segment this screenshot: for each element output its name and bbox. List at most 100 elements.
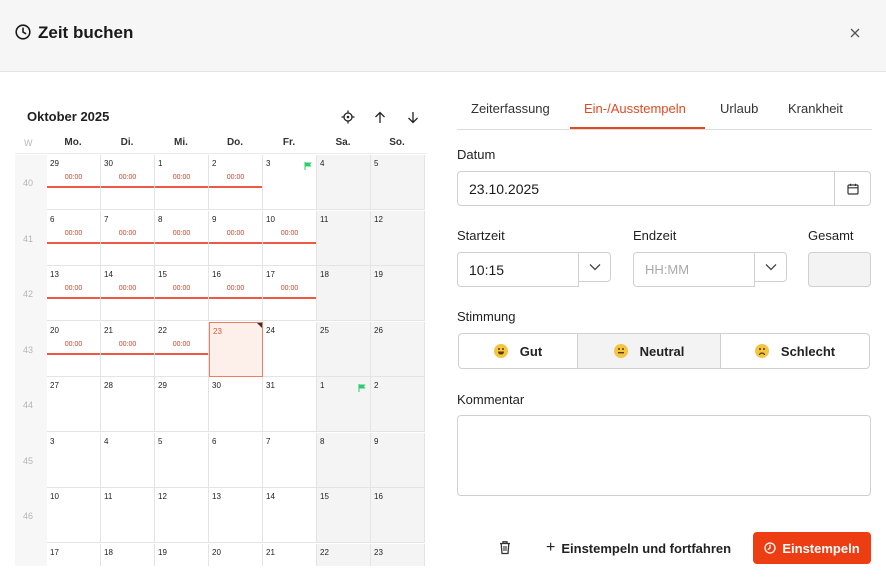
- calendar-day[interactable]: 21 00:00: [101, 322, 155, 377]
- start-time-dropdown[interactable]: [578, 252, 611, 282]
- calendar-day[interactable]: 27: [47, 377, 101, 432]
- time-entry-bar: [47, 186, 100, 188]
- calendar-day[interactable]: 12: [155, 488, 209, 543]
- comment-textarea[interactable]: [457, 415, 871, 496]
- mood-option-neutral[interactable]: Neutral: [578, 334, 721, 368]
- calendar-day[interactable]: 12: [371, 211, 425, 266]
- calendar-day[interactable]: 20: [209, 544, 263, 566]
- time-entry: 00:00: [280, 285, 299, 292]
- day-number: 5: [374, 159, 379, 168]
- calendar-day[interactable]: 14 00:00: [101, 266, 155, 321]
- calendar-day[interactable]: 13: [209, 488, 263, 543]
- calendar-day[interactable]: 11: [317, 211, 371, 266]
- calendar-day[interactable]: 19: [155, 544, 209, 566]
- day-number: 23: [374, 548, 383, 557]
- calendar-day[interactable]: 28: [101, 377, 155, 432]
- time-entry: 00:00: [118, 174, 137, 181]
- calendar-day[interactable]: 4: [317, 155, 371, 210]
- calendar-day[interactable]: 3: [263, 155, 317, 210]
- time-entry-bar: [209, 242, 262, 244]
- calendar-day[interactable]: 16 00:00: [209, 266, 263, 321]
- end-time-field[interactable]: HH:MM: [633, 252, 755, 287]
- tab-krankheit[interactable]: Krankheit: [788, 101, 843, 116]
- time-entry: 00:00: [118, 230, 137, 237]
- calendar-day[interactable]: 29: [155, 377, 209, 432]
- calendar-day[interactable]: 9: [371, 433, 425, 488]
- weekday-label: Di.: [120, 137, 134, 148]
- calendar-day[interactable]: 2: [371, 377, 425, 432]
- calendar-day[interactable]: 6: [209, 433, 263, 488]
- calendar-day[interactable]: 19: [371, 266, 425, 321]
- calendar-day[interactable]: 18: [317, 266, 371, 321]
- calendar-day[interactable]: 16: [371, 488, 425, 543]
- day-number: 2: [212, 159, 217, 168]
- calendar-day[interactable]: 1: [317, 377, 371, 432]
- clock-in-button[interactable]: Einstempeln: [753, 532, 871, 564]
- calendar-day[interactable]: 21: [263, 544, 317, 566]
- calendar-day[interactable]: 13 00:00: [47, 266, 101, 321]
- mood-option-label: Neutral: [639, 343, 685, 359]
- today-button[interactable]: [339, 108, 357, 126]
- calendar-day[interactable]: 10 00:00: [263, 211, 317, 266]
- date-picker-button[interactable]: [834, 171, 871, 206]
- delete-button[interactable]: [498, 540, 512, 555]
- date-field[interactable]: 23.10.2025: [457, 171, 835, 206]
- calendar-day[interactable]: 1 00:00: [155, 155, 209, 210]
- close-button[interactable]: [846, 24, 864, 42]
- calendar-day[interactable]: 17 00:00: [263, 266, 317, 321]
- calendar-day[interactable]: 9 00:00: [209, 211, 263, 266]
- calendar-day[interactable]: 25: [317, 322, 371, 377]
- calendar-day[interactable]: 10: [47, 488, 101, 543]
- mood-option-schlecht[interactable]: Schlecht: [721, 334, 869, 368]
- day-number: 18: [320, 270, 329, 279]
- calendar-day-today[interactable]: 23: [209, 322, 263, 377]
- calendar-day[interactable]: 22 00:00: [155, 322, 209, 377]
- mood-option-gut[interactable]: Gut: [459, 334, 578, 368]
- calendar-day[interactable]: 26: [371, 322, 425, 377]
- time-entry: 00:00: [64, 341, 83, 348]
- weekday-header: W Mo. Di. Mi. Do. Fr. Sa. So.: [15, 134, 426, 154]
- start-time-field[interactable]: 10:15: [457, 252, 579, 287]
- calendar-day[interactable]: 31: [263, 377, 317, 432]
- calendar-day[interactable]: 29 00:00: [47, 155, 101, 210]
- day-number: 19: [158, 548, 167, 557]
- neutral-face-icon: [613, 344, 628, 358]
- next-month-button[interactable]: [404, 108, 422, 126]
- mood-option-label: Gut: [519, 343, 543, 359]
- calendar-day[interactable]: 7: [263, 433, 317, 488]
- day-number: 29: [158, 381, 167, 390]
- time-entry: 00:00: [64, 230, 83, 237]
- calendar-day[interactable]: 5: [371, 155, 425, 210]
- day-number: 8: [158, 215, 163, 224]
- end-time-dropdown[interactable]: [754, 252, 787, 282]
- calendar-day[interactable]: 15: [317, 488, 371, 543]
- tab-zeiterfassung[interactable]: Zeiterfassung: [471, 101, 550, 116]
- total-field: [808, 252, 871, 287]
- calendar-day[interactable]: 8: [317, 433, 371, 488]
- previous-month-button[interactable]: [371, 108, 389, 126]
- calendar-day[interactable]: 4: [101, 433, 155, 488]
- tab-urlaub[interactable]: Urlaub: [720, 101, 758, 116]
- calendar-day[interactable]: 23: [371, 544, 425, 566]
- clock-in-and-continue-button[interactable]: + Einstempeln und fortfahren: [546, 537, 731, 559]
- calendar-day[interactable]: 15 00:00: [155, 266, 209, 321]
- calendar-day[interactable]: 30 00:00: [101, 155, 155, 210]
- calendar-day[interactable]: 30: [209, 377, 263, 432]
- day-number: 22: [158, 326, 167, 335]
- calendar-day[interactable]: 6 00:00: [47, 211, 101, 266]
- calendar-day[interactable]: 20 00:00: [47, 322, 101, 377]
- calendar-day[interactable]: 18: [101, 544, 155, 566]
- calendar-day[interactable]: 7 00:00: [101, 211, 155, 266]
- calendar-day[interactable]: 11: [101, 488, 155, 543]
- calendar-day[interactable]: 14: [263, 488, 317, 543]
- day-number: 6: [212, 437, 217, 446]
- calendar-day[interactable]: 22: [317, 544, 371, 566]
- tab-ein-ausstempeln[interactable]: Ein-/Ausstempeln: [584, 101, 686, 116]
- calendar-day[interactable]: 17: [47, 544, 101, 566]
- calendar-day[interactable]: 5: [155, 433, 209, 488]
- day-number: 25: [320, 326, 329, 335]
- calendar-day[interactable]: 8 00:00: [155, 211, 209, 266]
- calendar-day[interactable]: 3: [47, 433, 101, 488]
- calendar-day[interactable]: 24: [263, 322, 317, 377]
- calendar-day[interactable]: 2 00:00: [209, 155, 263, 210]
